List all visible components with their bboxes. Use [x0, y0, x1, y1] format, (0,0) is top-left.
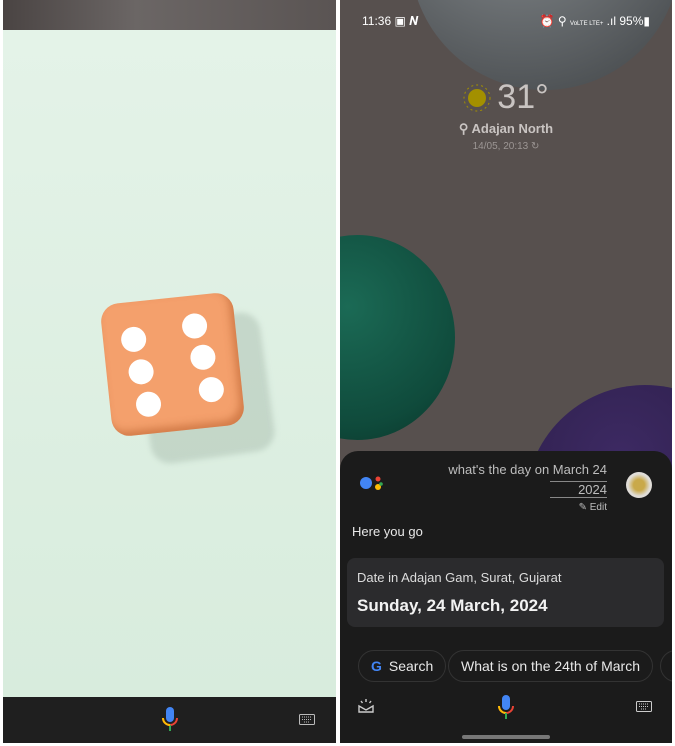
right-screen: 11:36 ▣ 𝑵 ⏰ ⚲ VoLTE LTE+ .ıl 95%▮ 31° ⚲ …: [340, 0, 672, 743]
response-text: Here you go: [352, 524, 423, 539]
user-query[interactable]: what's the day on March 24 2024 ✎ Edit: [448, 460, 607, 516]
suggestion-chip[interactable]: What is on the 24th of March: [448, 650, 653, 682]
explore-icon[interactable]: [358, 698, 374, 714]
weather-location: Adajan North: [471, 121, 554, 136]
location-pin-icon: ⚲: [458, 121, 469, 136]
date-card[interactable]: Date in Adajan Gam, Surat, Gujarat Sunda…: [347, 558, 664, 627]
keyboard-icon[interactable]: [299, 714, 315, 725]
card-label: Date in Adajan Gam, Surat, Gujarat: [357, 570, 562, 585]
battery-icon: ▮: [643, 14, 650, 28]
microphone-icon[interactable]: [161, 707, 179, 733]
dice-six[interactable]: [99, 291, 246, 438]
dice-pip: [127, 358, 155, 386]
sun-icon: [463, 84, 491, 111]
weather-updated: 14/05, 20:13: [472, 141, 529, 152]
wallpaper-strip: [3, 0, 336, 30]
location-icon: ⚲: [557, 14, 567, 28]
google-assistant-icon: [360, 476, 383, 490]
left-screen: [3, 0, 336, 743]
assistant-sheet: what's the day on March 24 2024 ✎ Edit H…: [340, 451, 672, 743]
gallery-icon: ▣: [394, 14, 406, 28]
card-value: Sunday, 24 March, 2024: [357, 596, 548, 615]
n-icon: 𝑵: [409, 14, 419, 28]
dice-pip: [119, 325, 148, 354]
chip-label: What is on the 24th of March: [461, 658, 640, 674]
alarm-icon: ⏰: [539, 14, 555, 28]
suggestion-chip[interactable]: [660, 650, 672, 682]
google-g-icon: G: [371, 658, 382, 674]
status-bar: 11:36 ▣ 𝑵 ⏰ ⚲ VoLTE LTE+ .ıl 95%▮: [362, 14, 650, 29]
chip-label: Search: [388, 658, 434, 674]
edit-button[interactable]: Edit: [590, 502, 607, 513]
dice-pip: [189, 343, 217, 372]
query-line: what's the day on March 24: [448, 462, 607, 477]
dice-pip: [134, 390, 163, 418]
weather-widget[interactable]: 31° ⚲ Adajan North 14/05, 20:13 ↻: [340, 78, 672, 152]
query-line: 2024: [550, 481, 607, 498]
clock: 11:36: [362, 14, 392, 28]
edit-icon: ✎: [578, 502, 587, 513]
signal-icon: .ıl: [606, 14, 617, 28]
avatar[interactable]: [626, 472, 652, 498]
battery-level: 95%: [619, 14, 644, 28]
wallpaper-sphere: [340, 235, 455, 440]
refresh-icon[interactable]: ↻: [531, 141, 539, 152]
temperature: 31°: [497, 78, 549, 116]
search-chip[interactable]: G Search: [358, 650, 447, 682]
network-label: VoLTE LTE+: [570, 21, 604, 27]
microphone-icon[interactable]: [497, 695, 515, 721]
dice-pip: [197, 375, 226, 404]
dice-pip: [180, 312, 209, 340]
home-indicator[interactable]: [462, 735, 550, 739]
keyboard-icon[interactable]: [636, 701, 652, 712]
assistant-bar: [3, 697, 336, 743]
